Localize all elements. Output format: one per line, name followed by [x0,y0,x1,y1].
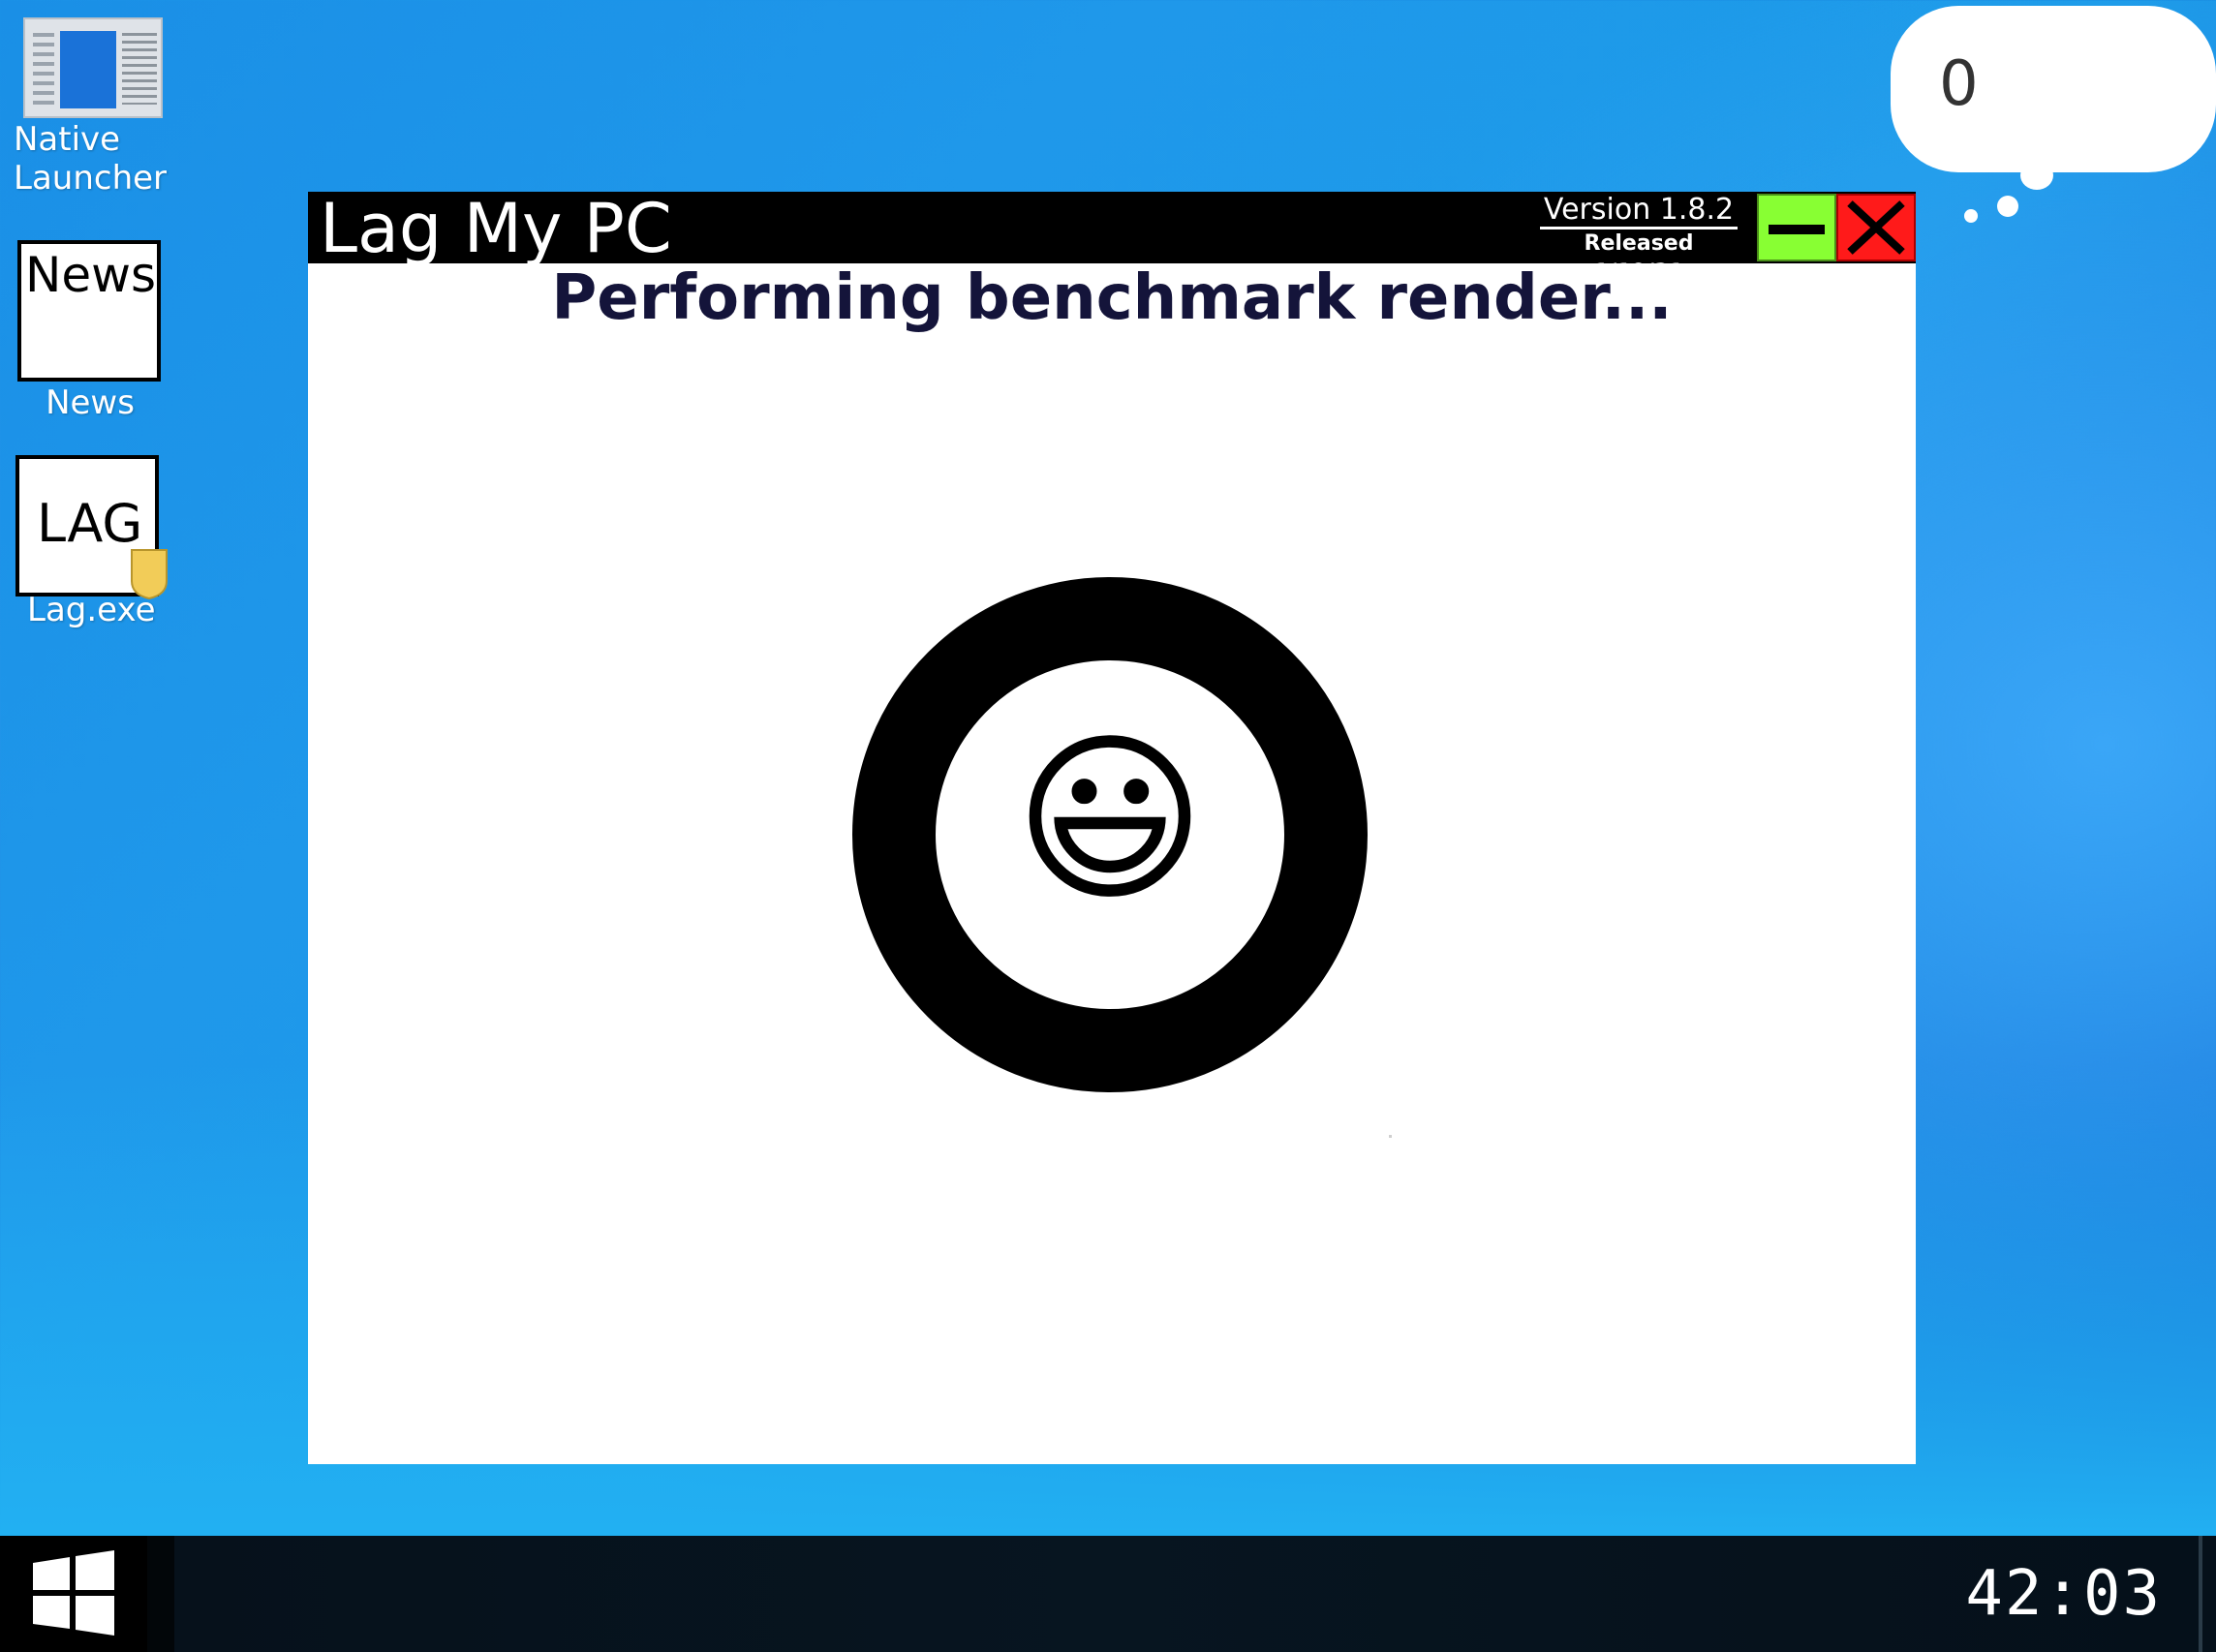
desktop-icon-lag[interactable]: LAG Lag.exe [15,455,170,629]
bubble-tail-dot [1964,209,1978,223]
bubble-tail-dot [1997,196,2018,217]
desktop-icon-news[interactable]: News News [17,240,163,422]
benchmark-ring: 😃 [852,577,1368,1092]
taskbar-clock[interactable]: 42:03 [1965,1553,2162,1635]
desktop-icon-label: News [46,383,135,422]
bubble-tail-dot [2020,161,2053,190]
version-label: Version 1.8.2 [1540,194,1738,229]
desktop-icon-native-launcher[interactable]: Native Launcher [14,17,178,198]
close-button[interactable] [1836,194,1916,261]
minimize-icon [1769,225,1825,234]
smiley-emoji-icon: 😃 [1014,713,1206,927]
lag-my-pc-window: Lag My PC Version 1.8.2 Released 1/19/21… [308,190,1916,1464]
news-icon: News [17,240,161,382]
benchmark-render-canvas: 😃 [848,573,1371,1096]
window-titlebar[interactable]: Lag My PC Version 1.8.2 Released 1/19/21 [308,190,1916,285]
lag-icon: LAG [15,455,168,600]
lag-tile-text: LAG [37,493,143,554]
start-button[interactable] [0,1536,147,1652]
minimize-button[interactable] [1757,194,1836,261]
window-title: Lag My PC [320,189,672,268]
close-icon [1847,200,1905,255]
bubble-counter: 0 [1939,48,1979,120]
render-speck [1389,1135,1392,1138]
show-desktop-button[interactable] [2199,1536,2202,1652]
status-message: Performing benchmark render... [551,262,1673,334]
desktop-icon-label: Native Launcher [14,120,168,198]
windows-logo-icon [33,1550,114,1636]
shield-icon [131,549,168,600]
taskbar: 42:03 [0,1536,2216,1652]
native-launcher-icon [23,17,163,118]
